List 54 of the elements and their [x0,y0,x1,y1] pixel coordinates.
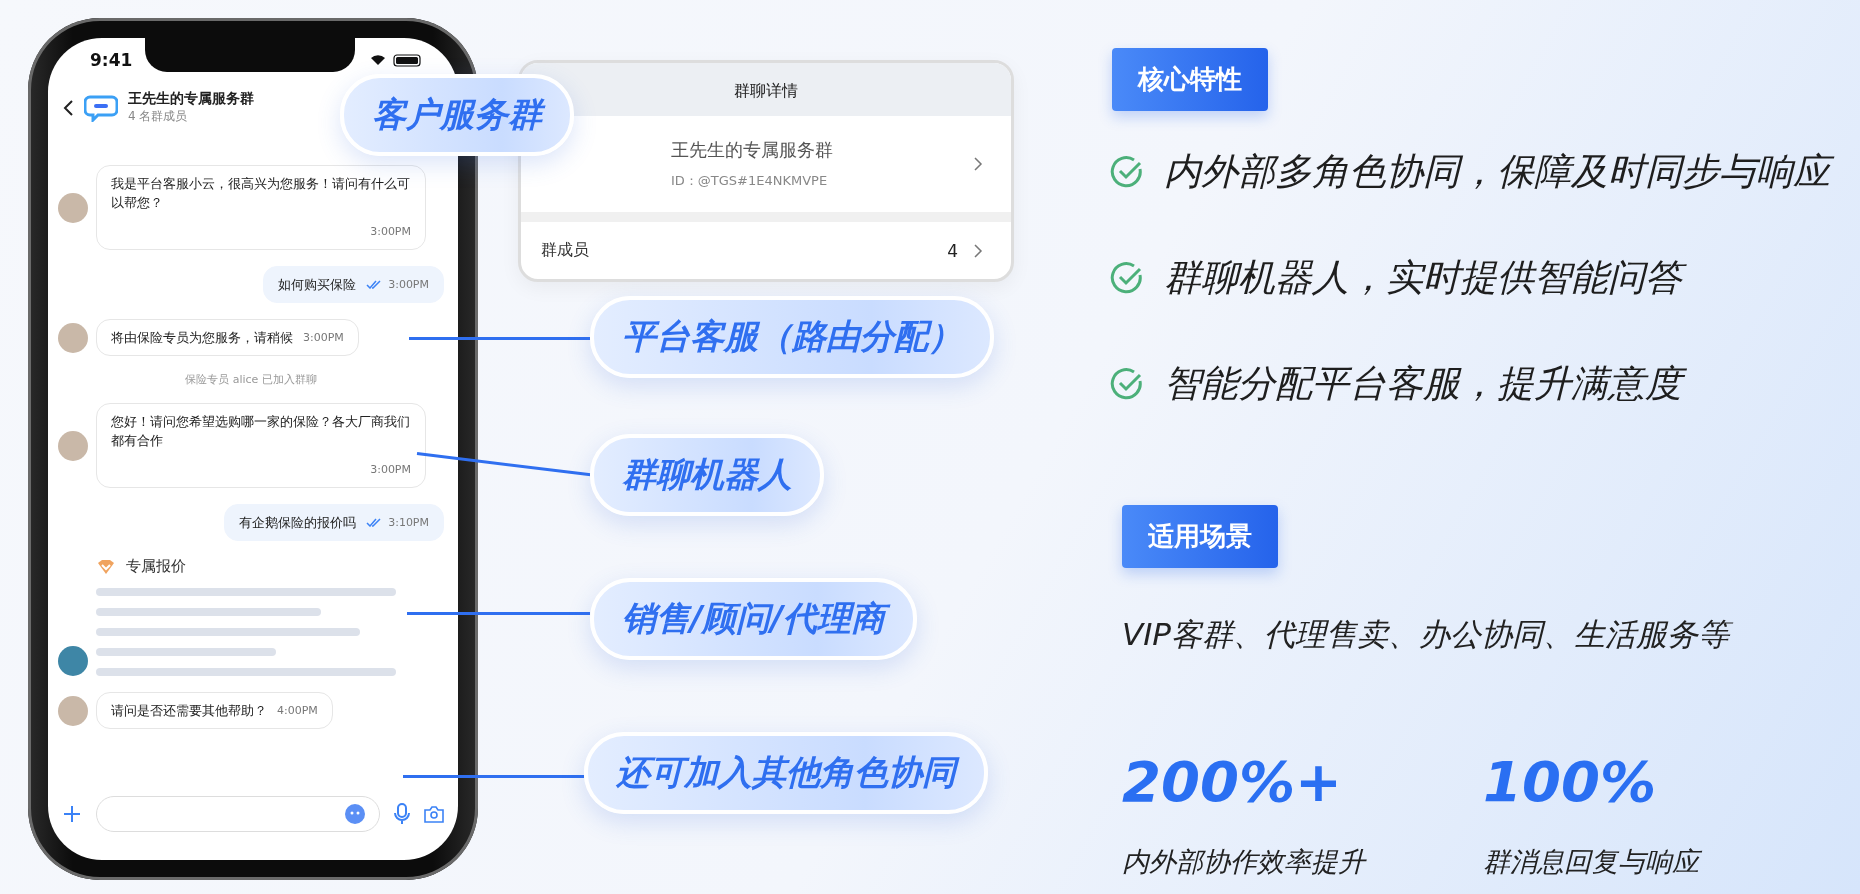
message-time: 3:00PM [370,224,411,240]
diamond-icon [96,558,116,575]
group-name: 王先生的专属服务群 [671,138,834,162]
message-text: 有企鹅保险的报价吗 [239,514,357,532]
chevron-icon[interactable] [974,157,983,171]
feature-text: 群聊机器人，实时提供智能问答 [1164,252,1692,303]
avatar-placeholder [58,430,88,461]
group-id: ID：@TGS#1E4NKMVPE [671,172,829,190]
emoji-icon[interactable] [345,804,365,824]
callout-label: 群聊机器人 [590,434,824,516]
check-circle-icon [1110,154,1144,189]
stat-label: 群消息回复与响应 [1483,844,1707,881]
stat-value: 200%+ [1122,747,1343,816]
chat-bubble-icon [84,93,118,122]
message-text: 请问是否还需要其他帮助？ [111,702,267,720]
message-time: 3:10PM [366,513,429,532]
member-count: 4 名群成员 [128,108,189,125]
members-label: 群成员 [541,240,590,261]
stat-label: 内外部协作效率提升 [1122,845,1368,880]
camera-icon[interactable] [424,805,444,823]
message-text: 将由保险专员为您服务，请稍候 [111,329,293,347]
scenarios-text: VIP客群、代理售卖、办公协同、生活服务等 [1122,613,1740,656]
stat-value: 100% [1483,747,1657,816]
avatar-placeholder [58,646,88,676]
members-count: 4 [947,240,958,261]
feature-text: 智能分配平台客服，提升满意度 [1164,358,1692,409]
message-text: 您好！请问您希望选购哪一家的保险？各大厂商我们都有合作 [111,413,411,450]
callout-label: 平台客服（路由分配） [590,296,994,378]
chat-title: 王先生的专属服务群 [128,90,254,108]
microphone-icon[interactable] [394,803,410,825]
card-title: 专属报价 [126,557,186,576]
back-icon[interactable] [62,98,74,117]
read-ticks-icon [366,518,383,527]
feature-text: 内外部多角色协同，保障及时同步与响应 [1164,147,1840,197]
plus-icon[interactable] [62,804,82,824]
section-badge: 适用场景 [1122,504,1278,568]
callout-label: 销售/顾问/代理商 [590,578,917,660]
system-notice: 保险专员 alice 已加入群聊 [185,372,317,387]
section-badge: 核心特性 [1112,48,1268,111]
read-ticks-icon [366,280,383,289]
check-circle-icon [1110,260,1144,295]
check-circle-icon [1110,366,1144,401]
message-time: 4:00PM [277,703,318,719]
avatar-placeholder [58,695,88,726]
message-time: 3:00PM [366,275,429,294]
message-time: 3:00PM [303,330,344,346]
message-text: 如何购买保险 [278,276,357,294]
message-text: 我是平台客服小云，很高兴为您服务！请问有什么可以帮您？ [111,175,411,212]
avatar-placeholder [58,192,88,223]
avatar-placeholder [58,322,88,353]
message-time: 3:00PM [370,462,411,478]
callout-label: 还可加入其他角色协同 [584,732,988,814]
status-time: 9:41 [90,50,133,70]
chevron-icon[interactable] [974,243,983,258]
